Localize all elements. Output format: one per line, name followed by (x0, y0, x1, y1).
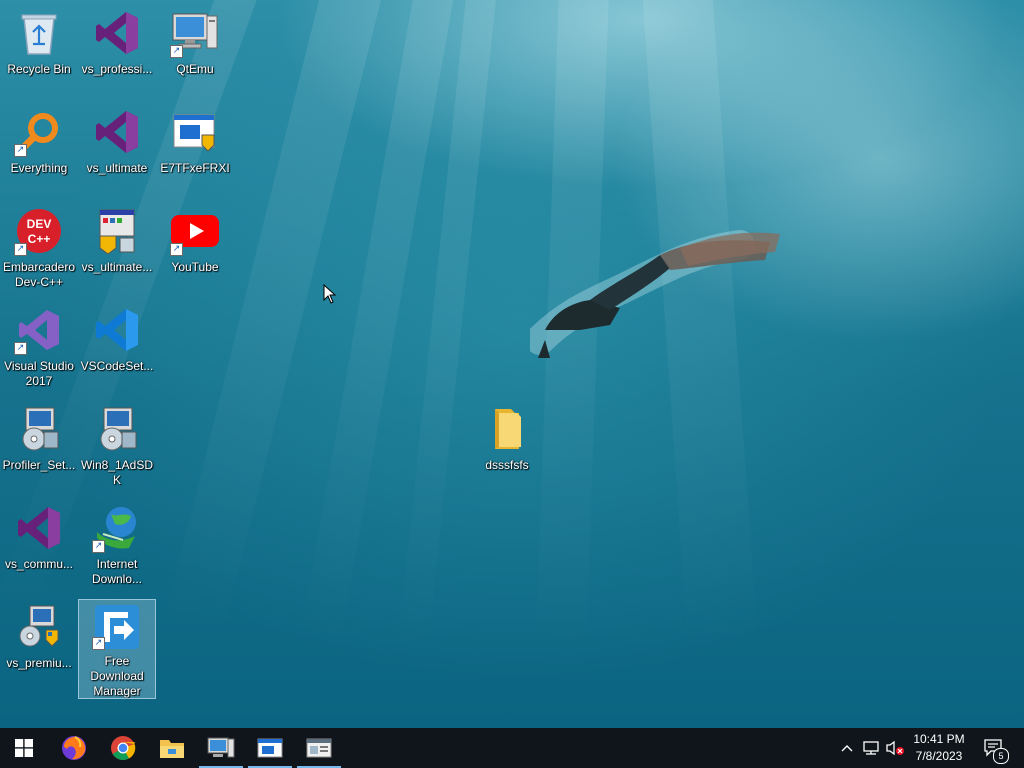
shortcut-arrow-icon: ↗ (14, 243, 27, 256)
mouse-cursor-icon (323, 284, 337, 304)
desktop-icon-visual-studio-2017[interactable]: ↗ Visual Studio 2017 (1, 301, 77, 389)
desktop-icon-internet-download-manager[interactable]: ↗ Internet Downlo... (79, 499, 155, 587)
icon-label: YouTube (171, 260, 219, 274)
icon-label: Embarcadero Dev-C++ (2, 260, 76, 289)
notification-count-badge: 5 (993, 748, 1009, 764)
icon-label: vs_premiu... (6, 656, 72, 670)
icon-label: vs_professi... (81, 62, 153, 76)
taskbar: 10:41 PM 7/8/2023 5 (0, 728, 1024, 768)
icon-label: QtEmu (176, 62, 214, 76)
desktop-icon-e7tfxefrxi[interactable]: E7TFxeFRXI (157, 103, 233, 176)
icon-label: Profiler_Set... (2, 458, 76, 472)
chrome-icon (111, 736, 136, 761)
desktop-icon-vs-ultimate-installer[interactable]: vs_ultimate... (79, 202, 155, 275)
recycle-bin-icon (14, 8, 64, 58)
icon-label: dsssfsfs (485, 458, 529, 472)
desktop-icon-vs-ultimate[interactable]: vs_ultimate (79, 103, 155, 176)
icon-label: vs_ultimate... (81, 260, 153, 274)
desktop[interactable]: Recycle Bin ↗ Everything DEV C++ ↗ Embar… (0, 0, 1024, 728)
svg-text:DEV: DEV (27, 217, 52, 231)
desktop-icon-recycle-bin[interactable]: Recycle Bin (1, 4, 77, 77)
installer-icon (92, 206, 142, 256)
icon-label: E7TFxeFRXI (160, 161, 230, 175)
setup-disc-icon (92, 404, 142, 454)
taskbar-firefox[interactable] (50, 728, 98, 768)
shortcut-arrow-icon: ↗ (14, 144, 27, 157)
installer-window-icon (170, 107, 220, 157)
icon-label: Win8_1AdSDK (80, 458, 154, 487)
icon-label: Internet Downlo... (91, 557, 143, 586)
desktop-icon-profiler-setup[interactable]: Profiler_Set... (1, 400, 77, 473)
shortcut-arrow-icon: ↗ (14, 342, 27, 355)
visual-studio-2017-icon: ↗ (14, 305, 64, 355)
desktop-icon-vs-professional[interactable]: vs_professi... (79, 4, 155, 77)
desktop-icon-vscode-setup[interactable]: VSCodeSet... (79, 301, 155, 374)
computer-icon (207, 737, 235, 758)
icon-label: Everything (10, 161, 68, 175)
windows-start-icon (15, 739, 33, 757)
icon-label: Free Download Manager (90, 654, 144, 698)
chevron-up-icon (841, 745, 853, 752)
clock-time: 10:41 PM (913, 732, 965, 746)
desktop-icon-vs-premium[interactable]: vs_premiu... (1, 598, 77, 671)
icon-label: Visual Studio 2017 (4, 359, 74, 388)
icon-label: Recycle Bin (7, 62, 71, 76)
installer-icon (14, 602, 64, 652)
desktop-icon-folder-dsssfsfs[interactable]: dsssfsfs (469, 400, 545, 473)
app-window-icon (306, 738, 332, 758)
installer-window-icon (257, 738, 283, 758)
desktop-icon-youtube[interactable]: ↗ YouTube (157, 202, 233, 275)
desktop-icon-win8-sdk[interactable]: Win8_1AdSDK (79, 400, 155, 488)
show-hidden-icons-button[interactable] (838, 728, 856, 768)
shortcut-arrow-icon: ↗ (170, 243, 183, 256)
start-button[interactable] (0, 728, 48, 768)
action-center-button[interactable]: 5 (978, 728, 1010, 768)
taskbar-chrome[interactable] (99, 728, 147, 768)
search-magnifier-icon: ↗ (14, 107, 64, 157)
icon-label: VSCodeSet... (80, 359, 154, 373)
firefox-icon (62, 736, 86, 760)
desktop-icon-qtemu[interactable]: ↗ QtEmu (157, 4, 233, 77)
clock-date: 7/8/2023 (915, 749, 963, 763)
network-icon (863, 741, 879, 755)
taskbar-qtemu[interactable] (197, 728, 245, 768)
svg-text:C++: C++ (28, 232, 51, 246)
visual-studio-icon (92, 107, 142, 157)
internet-download-manager-icon: ↗ (92, 503, 142, 553)
volume-muted-icon (886, 740, 904, 756)
desktop-icon-vs-community[interactable]: vs_commu... (1, 499, 77, 572)
setup-disc-icon (14, 404, 64, 454)
shortcut-arrow-icon: ↗ (92, 540, 105, 553)
icon-label: vs_commu... (4, 557, 73, 571)
clock[interactable]: 10:41 PM 7/8/2023 (908, 731, 970, 765)
visual-studio-icon (92, 8, 142, 58)
desktop-icon-dev-cpp[interactable]: DEV C++ ↗ Embarcadero Dev-C++ (1, 202, 77, 290)
free-download-manager-icon: ↗ (92, 604, 142, 650)
folder-icon (482, 404, 532, 454)
taskbar-installer-window[interactable] (246, 728, 294, 768)
vscode-icon (92, 305, 142, 355)
wallpaper-diver (530, 230, 780, 358)
network-button[interactable] (860, 728, 882, 768)
dev-cpp-icon: DEV C++ ↗ (14, 206, 64, 256)
volume-button[interactable] (884, 728, 906, 768)
visual-studio-icon (14, 503, 64, 553)
shortcut-arrow-icon: ↗ (92, 637, 105, 650)
taskbar-app-window[interactable] (295, 728, 343, 768)
desktop-icon-everything[interactable]: ↗ Everything (1, 103, 77, 176)
shortcut-arrow-icon: ↗ (170, 45, 183, 58)
file-explorer-icon (160, 740, 184, 758)
taskbar-file-explorer[interactable] (148, 728, 196, 768)
youtube-icon: ↗ (170, 206, 220, 256)
desktop-icon-free-download-manager[interactable]: ↗ Free Download Manager (78, 599, 156, 699)
computer-icon: ↗ (170, 8, 220, 58)
icon-label: vs_ultimate (86, 161, 148, 175)
